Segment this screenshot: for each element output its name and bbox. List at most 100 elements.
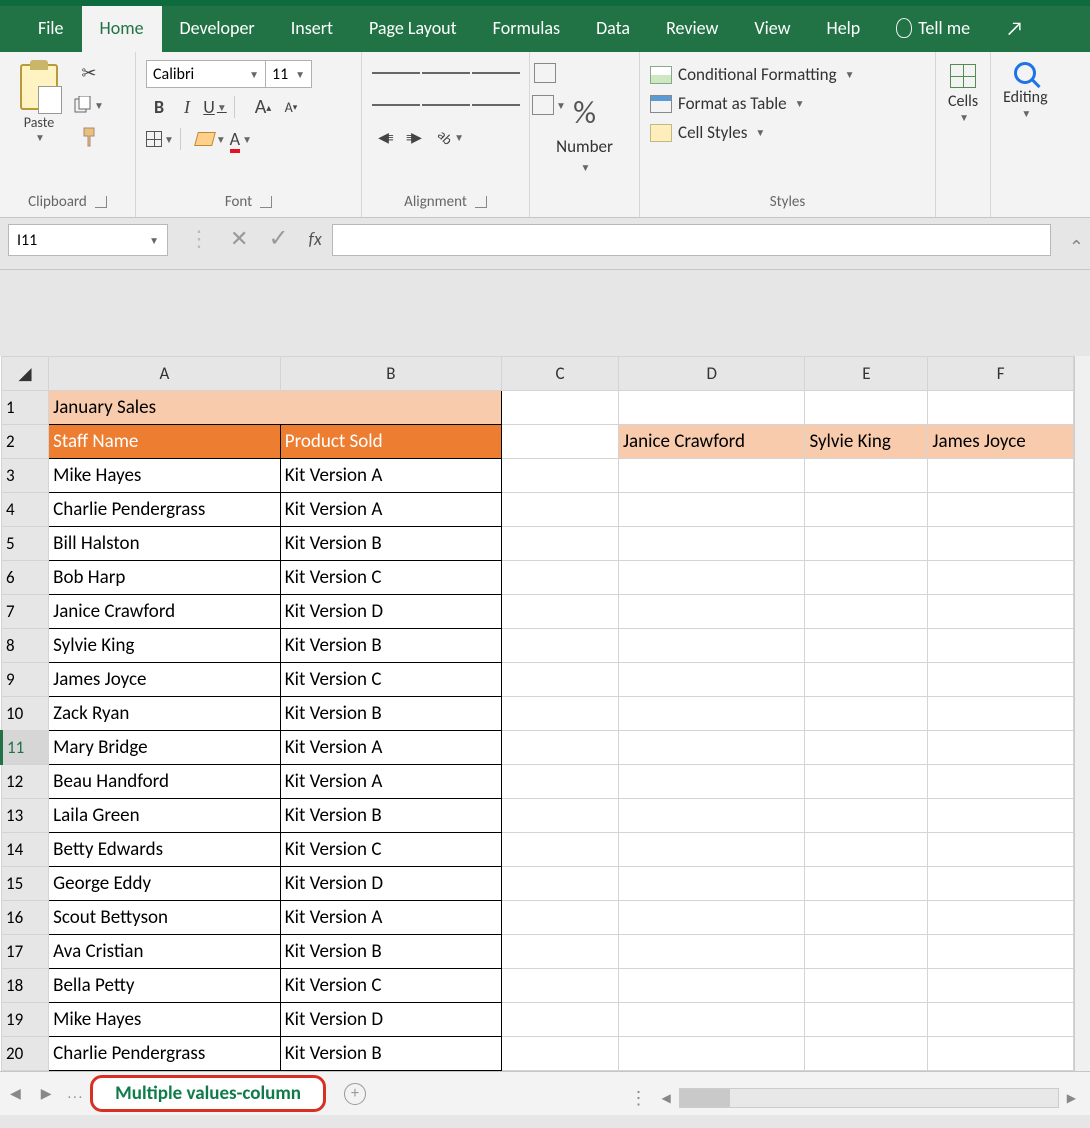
- cell[interactable]: Scout Bettyson: [49, 901, 281, 935]
- cell-title[interactable]: January Sales: [49, 391, 502, 425]
- cell[interactable]: [618, 527, 805, 561]
- sheet-tab-active[interactable]: Multiple values-column: [90, 1075, 326, 1112]
- chevron-down-icon[interactable]: ▼: [581, 161, 591, 174]
- cell[interactable]: George Eddy: [49, 867, 281, 901]
- cell[interactable]: [928, 901, 1074, 935]
- row-header[interactable]: 19: [2, 1003, 49, 1037]
- cell[interactable]: [928, 459, 1074, 493]
- cell[interactable]: [928, 391, 1074, 425]
- cell[interactable]: [805, 731, 928, 765]
- row-header[interactable]: 5: [2, 527, 49, 561]
- cell[interactable]: Mike Hayes: [49, 459, 281, 493]
- format-painter-button[interactable]: [74, 124, 104, 150]
- cell[interactable]: [928, 969, 1074, 1003]
- scroll-thumb[interactable]: [680, 1089, 730, 1107]
- cell[interactable]: [502, 493, 619, 527]
- cell-header-product[interactable]: Product Sold: [280, 425, 501, 459]
- row-header[interactable]: 2: [2, 425, 49, 459]
- cell[interactable]: [502, 425, 619, 459]
- cell[interactable]: [618, 459, 805, 493]
- cell[interactable]: Betty Edwards: [49, 833, 281, 867]
- cell[interactable]: [928, 731, 1074, 765]
- cell[interactable]: Janice Crawford: [49, 595, 281, 629]
- cell[interactable]: [805, 459, 928, 493]
- enter-formula-button[interactable]: ✓: [268, 224, 288, 253]
- cell[interactable]: Laila Green: [49, 799, 281, 833]
- cell[interactable]: [618, 969, 805, 1003]
- row-header[interactable]: 18: [2, 969, 49, 1003]
- chevron-down-icon[interactable]: ▼: [1005, 107, 1048, 120]
- cell[interactable]: [502, 799, 619, 833]
- scroll-left-button[interactable]: ◀: [658, 1091, 675, 1106]
- cell[interactable]: Mike Hayes: [49, 1003, 281, 1037]
- row-header[interactable]: 16: [2, 901, 49, 935]
- cell[interactable]: [502, 935, 619, 969]
- tab-file[interactable]: File: [20, 6, 82, 52]
- cell[interactable]: [805, 1037, 928, 1071]
- align-right-button[interactable]: [472, 92, 520, 118]
- cell[interactable]: Kit Version A: [280, 493, 501, 527]
- increase-font-button[interactable]: A▴: [250, 94, 276, 120]
- cell[interactable]: [502, 833, 619, 867]
- cell[interactable]: [928, 697, 1074, 731]
- tab-data[interactable]: Data: [578, 6, 648, 52]
- row-header[interactable]: 6: [2, 561, 49, 595]
- font-name-combo[interactable]: Calibri ▼: [146, 60, 266, 88]
- cell[interactable]: [502, 663, 619, 697]
- cell[interactable]: [502, 561, 619, 595]
- cell[interactable]: [502, 1003, 619, 1037]
- cell[interactable]: Bella Petty: [49, 969, 281, 1003]
- cell[interactable]: James Joyce: [49, 663, 281, 697]
- row-header[interactable]: 7: [2, 595, 49, 629]
- col-header-d[interactable]: D: [618, 357, 805, 391]
- horizontal-scrollbar[interactable]: ⋮ ◀ ▶: [622, 1087, 1080, 1109]
- cell-lookup-f[interactable]: James Joyce: [928, 425, 1074, 459]
- row-header[interactable]: 17: [2, 935, 49, 969]
- cell[interactable]: [618, 1003, 805, 1037]
- borders-button[interactable]: ▼: [146, 126, 174, 152]
- conditional-formatting-button[interactable]: Conditional Formatting ▼: [650, 64, 854, 85]
- cell[interactable]: Bill Halston: [49, 527, 281, 561]
- paste-button[interactable]: Paste ▼: [10, 60, 68, 144]
- cell[interactable]: [928, 663, 1074, 697]
- cut-button[interactable]: ✂: [74, 60, 104, 86]
- cell[interactable]: [928, 629, 1074, 663]
- cell[interactable]: [618, 629, 805, 663]
- dialog-launcher-icon[interactable]: [95, 196, 107, 208]
- cell[interactable]: Kit Version C: [280, 969, 501, 1003]
- cell[interactable]: [618, 867, 805, 901]
- select-all-corner[interactable]: ◢: [2, 357, 49, 391]
- cell[interactable]: [928, 1037, 1074, 1071]
- increase-indent-button[interactable]: ≡▶: [400, 124, 426, 150]
- cell[interactable]: [928, 1003, 1074, 1037]
- tab-formulas[interactable]: Formulas: [475, 6, 578, 52]
- cell[interactable]: [618, 493, 805, 527]
- cell[interactable]: [928, 527, 1074, 561]
- cell[interactable]: [928, 867, 1074, 901]
- orientation-button[interactable]: ab▼: [438, 124, 464, 150]
- tab-review[interactable]: Review: [648, 6, 736, 52]
- cell[interactable]: [502, 969, 619, 1003]
- font-size-combo[interactable]: 11 ▼: [266, 60, 312, 88]
- cell[interactable]: [618, 935, 805, 969]
- align-bottom-button[interactable]: [472, 60, 520, 86]
- cell[interactable]: [618, 561, 805, 595]
- vertical-scrollbar[interactable]: [1074, 356, 1090, 1071]
- cell[interactable]: Charlie Pendergrass: [49, 1037, 281, 1071]
- cell[interactable]: Bob Harp: [49, 561, 281, 595]
- cell[interactable]: [502, 901, 619, 935]
- dialog-launcher-icon[interactable]: [260, 196, 272, 208]
- align-center-button[interactable]: [422, 92, 470, 118]
- cell[interactable]: [805, 867, 928, 901]
- cell[interactable]: Kit Version A: [280, 901, 501, 935]
- cell[interactable]: [502, 527, 619, 561]
- cell[interactable]: [928, 561, 1074, 595]
- bold-button[interactable]: B: [146, 94, 172, 120]
- tab-home[interactable]: Home: [82, 6, 162, 52]
- cell[interactable]: [502, 867, 619, 901]
- percent-button[interactable]: %: [573, 93, 596, 132]
- cell[interactable]: Kit Version D: [280, 867, 501, 901]
- row-header[interactable]: 9: [2, 663, 49, 697]
- editing-button[interactable]: Editing: [1003, 88, 1048, 107]
- tell-me-search[interactable]: Tell me: [878, 6, 988, 52]
